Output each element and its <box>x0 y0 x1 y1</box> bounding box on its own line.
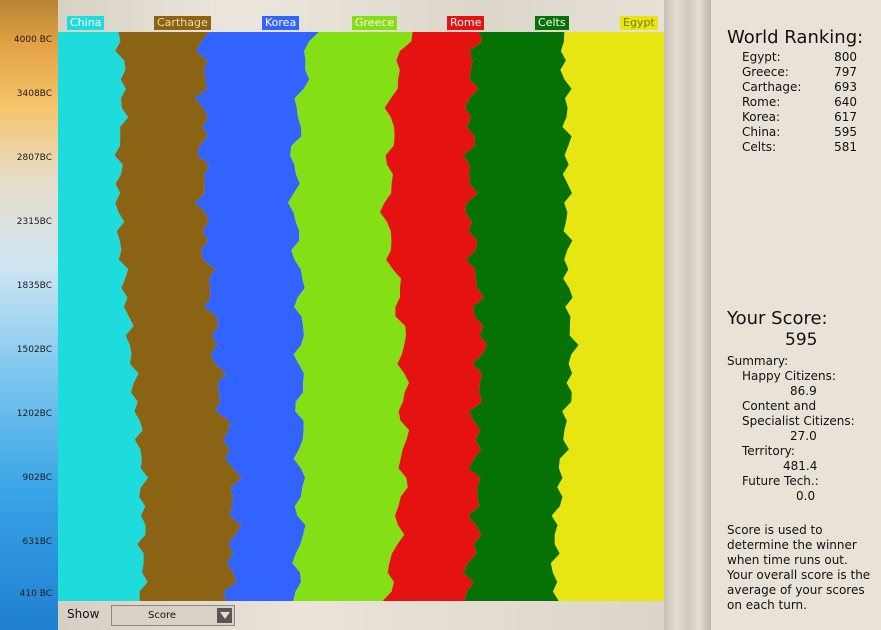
ranking-row: China: 595 <box>742 125 857 140</box>
year-label: 2807BC <box>16 153 52 163</box>
legend-greece: Greece <box>352 16 398 30</box>
show-label: Show <box>67 607 100 621</box>
ranking-score: 640 <box>834 95 857 109</box>
ranking-name: Celts: <box>742 140 777 154</box>
summary-label: Summary: <box>727 354 789 368</box>
ranking-score: 797 <box>834 65 857 79</box>
year-label: 1202BC <box>16 409 52 419</box>
future-tech-value: 0.0 <box>796 489 816 503</box>
frame-divider <box>664 0 711 630</box>
ranking-name: Egypt: <box>742 50 781 64</box>
year-label: 1835BC <box>16 281 52 291</box>
ranking-name: Rome: <box>742 95 781 109</box>
year-label: 631BC <box>22 537 52 547</box>
content-value: 27.0 <box>790 429 817 443</box>
timeline-strip: 4000 BC 3408BC 2807BC 2315BC 1835BC 1502… <box>0 0 58 630</box>
ranking-score: 693 <box>834 80 857 94</box>
score-note-line: on each turn. <box>727 598 807 612</box>
chevron-down-icon[interactable] <box>217 608 232 623</box>
ranking-score: 581 <box>834 140 857 154</box>
show-dropdown-value: Score <box>147 610 176 621</box>
year-label: 902BC <box>22 473 52 483</box>
year-label: 410 BC <box>19 589 52 599</box>
legend-egypt: Egypt <box>620 16 658 30</box>
score-note-line: Your overall score is the <box>727 568 871 582</box>
legend-korea: Korea <box>262 16 300 30</box>
ranking-name: China: <box>742 125 781 139</box>
ranking-score: 617 <box>834 110 857 124</box>
content-label: Specialist Citizens: <box>742 414 855 428</box>
score-value: 595 <box>785 330 818 350</box>
ranking-score: 800 <box>834 50 857 64</box>
year-label: 2315BC <box>16 217 52 227</box>
ranking-title: World Ranking: <box>727 27 864 48</box>
ranking-row: Korea: 617 <box>742 110 857 125</box>
ranking-row: Celts: 581 <box>742 140 857 155</box>
show-dropdown[interactable]: Score <box>111 605 235 626</box>
score-title: Your Score: <box>727 308 828 329</box>
legend-china: China <box>67 16 105 30</box>
legend-carthage: Carthage <box>154 16 211 30</box>
ranking-row: Egypt: 800 <box>742 50 857 65</box>
happy-label: Happy Citizens: <box>742 369 836 383</box>
territory-label: Territory: <box>742 444 795 458</box>
happy-value: 86.9 <box>790 384 817 398</box>
score-panel: World Ranking: Egypt: 800 Greece: 797 Cart… <box>711 0 881 630</box>
legend-rome: Rome <box>447 16 485 30</box>
score-note-line: Score is used to <box>727 523 823 537</box>
legend-celts: Celts <box>535 16 569 30</box>
score-history-chart <box>58 32 664 601</box>
score-note-line: determine the winner <box>727 538 857 552</box>
ranking-row: Rome: 640 <box>742 95 857 110</box>
ranking-name: Carthage: <box>742 80 802 94</box>
score-note-line: average of your scores <box>727 583 865 597</box>
content-label: Content and <box>742 399 817 413</box>
ranking-row: Greece: 797 <box>742 65 857 80</box>
ranking-name: Greece: <box>742 65 789 79</box>
year-label: 3408BC <box>16 89 52 99</box>
ranking-name: Korea: <box>742 110 781 124</box>
territory-value: 481.4 <box>783 459 818 473</box>
year-label: 1502BC <box>16 345 52 355</box>
future-tech-label: Future Tech.: <box>742 474 819 488</box>
ranking-score: 595 <box>834 125 857 139</box>
score-note-line: when time runs out. <box>727 553 848 567</box>
ranking-row: Carthage: 693 <box>742 80 857 95</box>
year-label: 4000 BC <box>13 35 52 45</box>
